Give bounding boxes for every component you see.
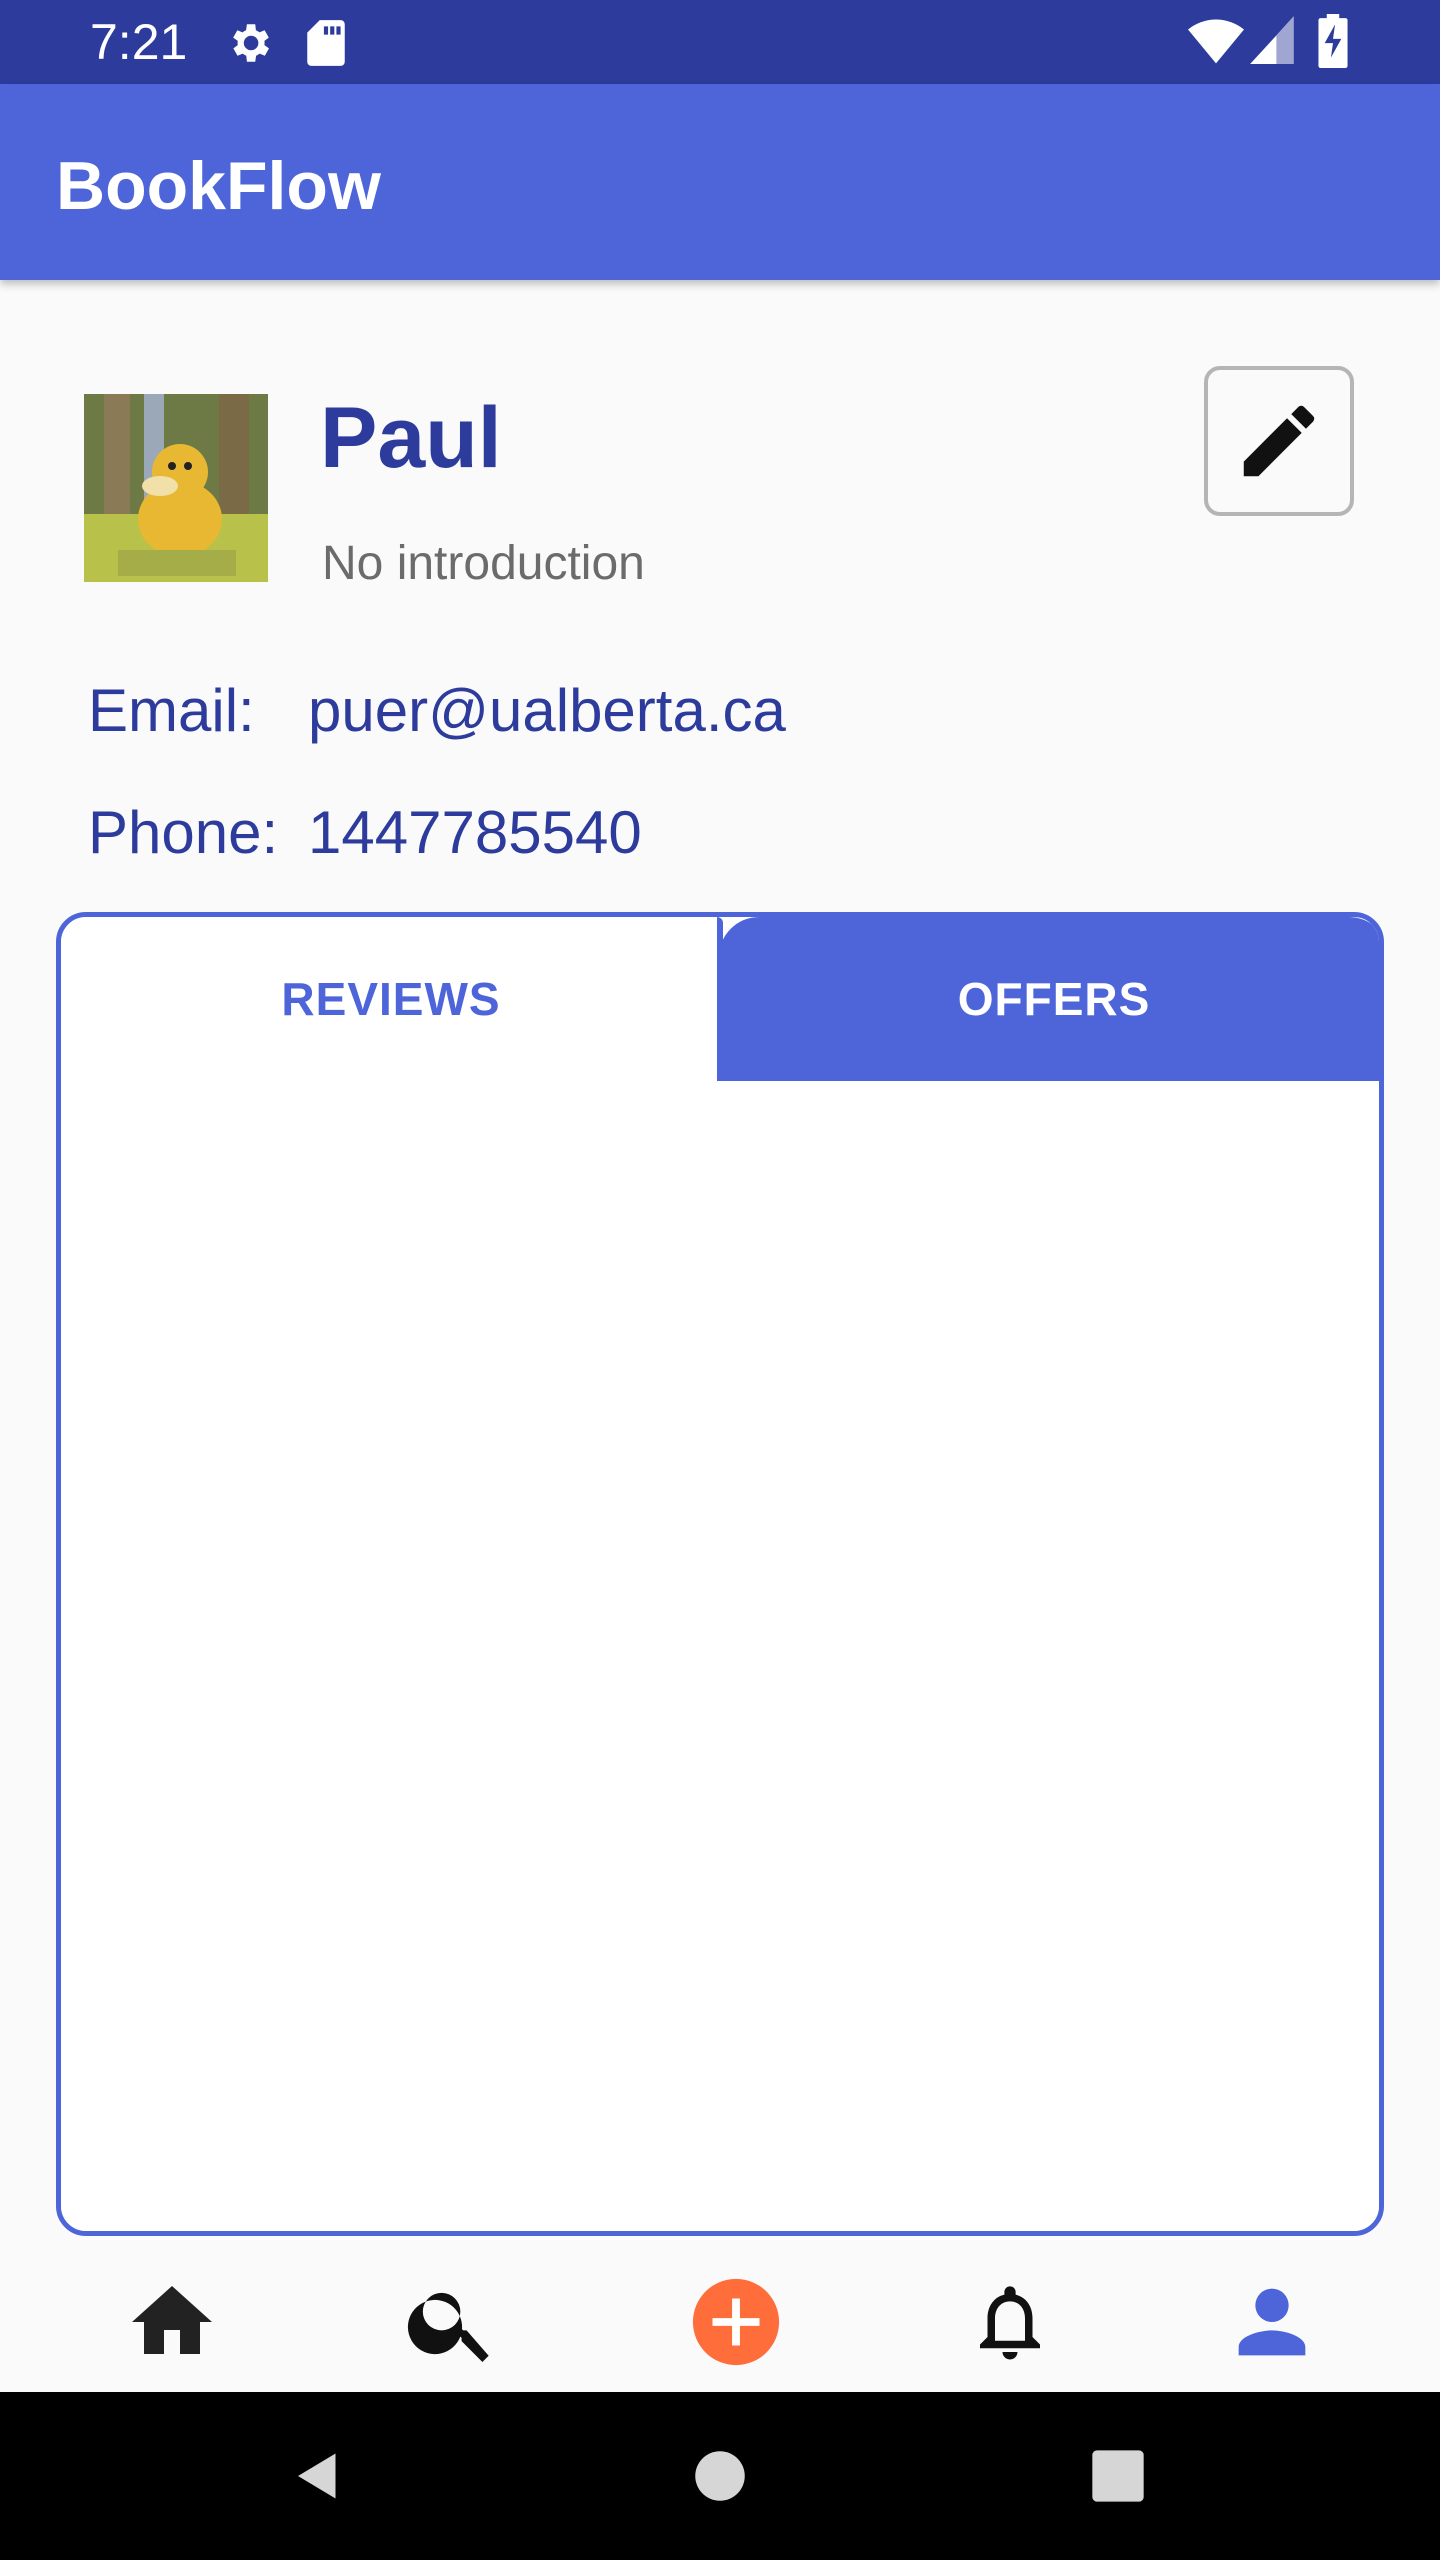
nav-add[interactable] [686,2272,786,2372]
reviews-list [61,1081,1379,2231]
home-icon [132,2286,212,2354]
system-navigation-bar [0,2392,1440,2560]
recents-square-icon [1092,2450,1144,2502]
system-recents-button[interactable] [1078,2436,1158,2516]
system-back-button[interactable] [278,2436,358,2516]
user-name: Paul [320,390,502,486]
nav-home[interactable] [122,2272,222,2372]
back-triangle-icon [298,2453,336,2499]
app-title: BookFlow [56,148,381,224]
tab-offers[interactable]: OFFERS [719,917,1379,1081]
add-icon [692,2278,780,2366]
nav-profile[interactable] [1222,2272,1322,2372]
bottom-navigation [0,2252,1440,2392]
phone-value: 1447785540 [308,799,642,866]
sd-card-icon [304,18,348,73]
pencil-icon [1243,405,1315,477]
system-home-button[interactable] [680,2436,760,2516]
edit-profile-button[interactable] [1204,366,1354,516]
status-time: 7:21 [90,14,188,70]
nav-search[interactable] [402,2272,502,2372]
tab-reviews[interactable]: REVIEWS [61,917,721,1081]
notifications-icon [980,2286,1040,2360]
battery-charging-icon [1318,14,1348,73]
nav-notifications[interactable] [960,2272,1060,2372]
signal-icon [1250,16,1294,69]
app-bar: BookFlow [0,84,1440,280]
user-introduction: No introduction [322,537,645,590]
phone-label: Phone: [88,799,279,866]
avatar [84,394,268,582]
home-circle-icon [695,2451,745,2501]
wifi-icon [1188,16,1244,69]
email-label: Email: [88,677,255,744]
profile-icon [1238,2288,1306,2356]
settings-icon [224,18,274,73]
status-bar: 7:21 [0,0,1440,84]
email-value: puer@ualberta.ca [308,677,786,744]
tabs-card: REVIEWS OFFERS [56,912,1384,2236]
search-icon [407,2292,489,2362]
